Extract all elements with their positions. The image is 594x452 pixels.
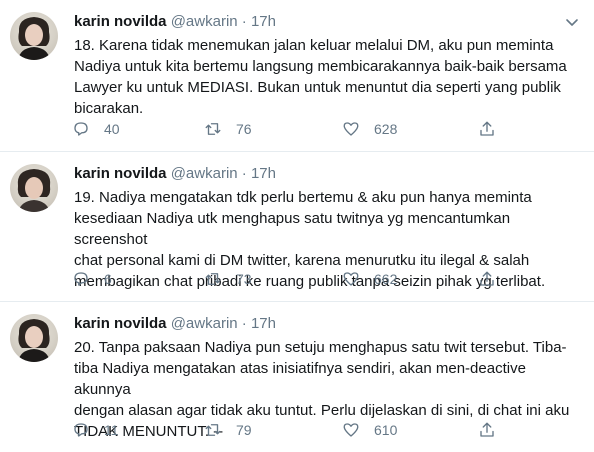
reply-button[interactable]: 40 — [72, 119, 120, 139]
display-name[interactable]: karin novilda — [74, 165, 167, 182]
reply-button[interactable]: 11 — [72, 420, 119, 440]
display-name[interactable]: karin novilda — [74, 315, 167, 332]
heart-icon — [343, 272, 359, 286]
share-icon — [480, 271, 494, 286]
like-count: 662 — [374, 271, 398, 287]
share-icon — [480, 422, 494, 437]
retweet-icon — [205, 273, 221, 285]
reply-button[interactable]: 6 — [72, 269, 112, 289]
separator-dot: · — [241, 13, 247, 30]
retweet-count: 79 — [236, 422, 252, 438]
reply-icon — [74, 122, 88, 136]
retweet-count: 73 — [236, 271, 252, 287]
user-handle[interactable]: @awkarin — [171, 315, 238, 332]
reply-count: 40 — [104, 121, 120, 137]
share-button[interactable] — [478, 269, 496, 289]
tweet-actions: 40 76 628 — [72, 119, 512, 139]
separator-dot: · — [241, 165, 247, 182]
avatar[interactable] — [10, 314, 58, 362]
retweet-button[interactable]: 79 — [204, 420, 252, 440]
tweet: karin novilda @awkarin · 17h 20. Tanpa p… — [0, 302, 594, 452]
tweet-header: karin novilda @awkarin · 17h — [74, 314, 276, 334]
retweet-button[interactable]: 76 — [204, 119, 252, 139]
share-icon — [480, 121, 494, 136]
display-name[interactable]: karin novilda — [74, 13, 167, 30]
tweet: karin novilda @awkarin · 17h 18. Karena … — [0, 0, 594, 152]
tweet-actions: 6 73 662 — [72, 269, 512, 289]
timestamp[interactable]: 17h — [251, 165, 276, 182]
like-button[interactable]: 610 — [342, 420, 397, 440]
user-handle[interactable]: @awkarin — [171, 13, 238, 30]
timestamp[interactable]: 17h — [251, 13, 276, 30]
retweet-icon — [205, 123, 221, 135]
reply-count: 6 — [104, 271, 112, 287]
chevron-down-icon[interactable] — [564, 14, 580, 30]
like-count: 628 — [374, 121, 398, 137]
tweet-header: karin novilda @awkarin · 17h — [74, 12, 276, 32]
like-count: 610 — [374, 422, 398, 438]
like-button[interactable]: 662 — [342, 269, 397, 289]
heart-icon — [343, 122, 359, 136]
avatar[interactable] — [10, 12, 58, 60]
tweet-text: 18. Karena tidak menemukan jalan keluar … — [74, 37, 567, 117]
avatar[interactable] — [10, 164, 58, 212]
heart-icon — [343, 423, 359, 437]
reply-icon — [74, 272, 88, 286]
timestamp[interactable]: 17h — [251, 315, 276, 332]
tweet: karin novilda @awkarin · 17h 19. Nadiya … — [0, 152, 594, 302]
like-button[interactable]: 628 — [342, 119, 397, 139]
user-handle[interactable]: @awkarin — [171, 165, 238, 182]
share-button[interactable] — [478, 420, 496, 440]
retweet-icon — [205, 424, 221, 436]
retweet-button[interactable]: 73 — [204, 269, 252, 289]
separator-dot: · — [241, 315, 247, 332]
tweet-actions: 11 79 610 — [72, 420, 512, 440]
retweet-count: 76 — [236, 121, 252, 137]
share-button[interactable] — [478, 119, 496, 139]
reply-icon — [74, 423, 88, 437]
reply-count: 11 — [104, 422, 119, 438]
tweet-header: karin novilda @awkarin · 17h — [74, 164, 276, 184]
